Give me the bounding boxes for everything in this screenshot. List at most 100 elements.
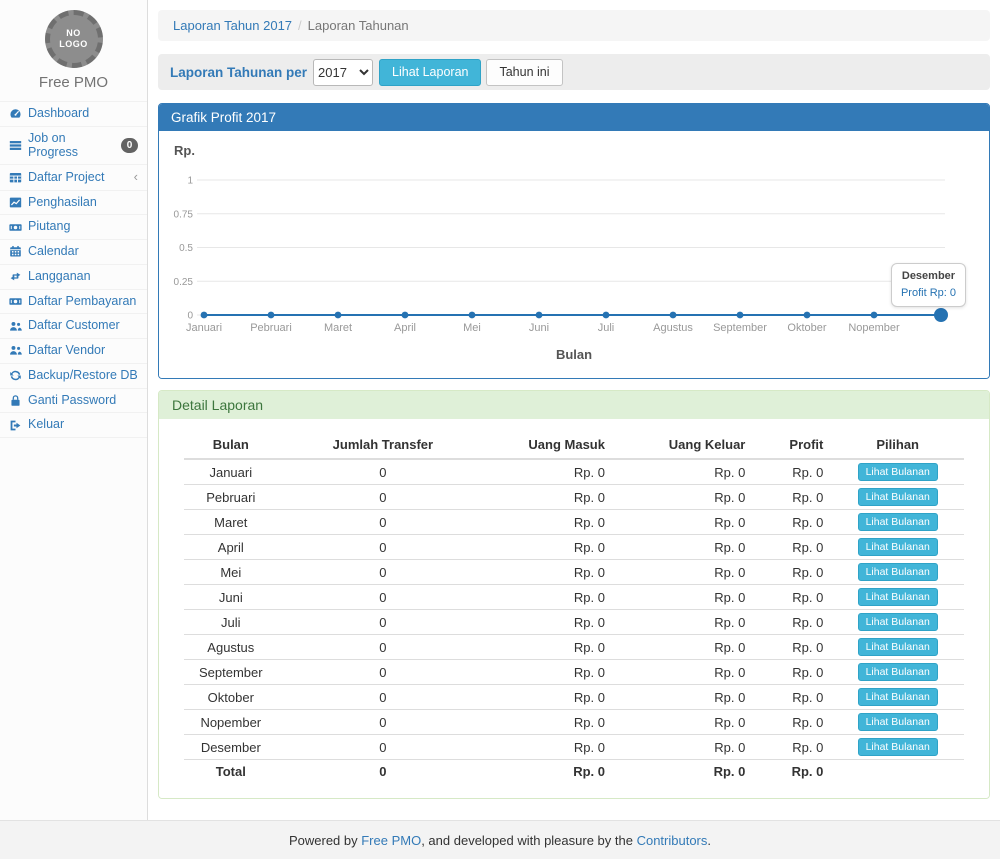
cell-bulan: Mei — [184, 560, 278, 585]
money-icon — [9, 221, 22, 234]
lihat-bulanan-button[interactable]: Lihat Bulanan — [858, 563, 938, 581]
table-row: Desember0Rp. 0Rp. 0Rp. 0Lihat Bulanan — [184, 735, 964, 760]
cell-uang-masuk: Rp. 0 — [488, 710, 613, 735]
cell-jumlah-transfer: 0 — [278, 610, 489, 635]
sidebar-item-keluar[interactable]: Keluar — [0, 412, 147, 437]
cell-uang-masuk: Rp. 0 — [488, 510, 613, 535]
svg-text:Juli: Juli — [598, 322, 615, 334]
cell-uang-keluar: Rp. 0 — [613, 485, 753, 510]
cell-bulan: April — [184, 535, 278, 560]
refresh-icon — [9, 369, 22, 382]
sidebar-item-ganti-password[interactable]: Ganti Password — [0, 388, 147, 413]
toolbar-label: Laporan Tahunan per — [170, 65, 307, 80]
sidebar-item-label: Daftar Vendor — [28, 344, 105, 358]
breadcrumb-link[interactable]: Laporan Tahun 2017 — [173, 18, 292, 33]
contributors-link[interactable]: Contributors — [637, 833, 708, 848]
app-logo: NO LOGO — [45, 10, 103, 68]
logo-text-line1: NO — [66, 28, 81, 39]
sidebar-item-label: Job on Progress — [28, 132, 115, 160]
cell-bulan: Agustus — [184, 635, 278, 660]
svg-text:Pebruari: Pebruari — [250, 322, 292, 334]
cell-jumlah-transfer: 0 — [278, 585, 489, 610]
lihat-laporan-button[interactable]: Lihat Laporan — [379, 59, 481, 86]
tahun-ini-button[interactable]: Tahun ini — [486, 59, 562, 86]
sidebar-item-backup-restore-db[interactable]: Backup/Restore DB — [0, 363, 147, 388]
sidebar-item-daftar-customer[interactable]: Daftar Customer — [0, 313, 147, 338]
logo-text-line2: LOGO — [59, 39, 88, 50]
sidebar-item-label: Keluar — [28, 418, 64, 432]
lihat-bulanan-button[interactable]: Lihat Bulanan — [858, 463, 938, 481]
free-pmo-link[interactable]: Free PMO — [361, 833, 421, 848]
job-count-badge: 0 — [121, 138, 138, 153]
table-icon — [9, 171, 22, 184]
sidebar-item-calendar[interactable]: Calendar — [0, 239, 147, 264]
cell-profit: Rp. 0 — [753, 510, 831, 535]
sidebar-item-label: Penghasilan — [28, 196, 97, 210]
sidebar-item-job-on-progress[interactable]: Job on Progress 0 — [0, 126, 147, 165]
report-toolbar: Laporan Tahunan per 2017 Lihat Laporan T… — [158, 54, 990, 90]
chart-body: Rp. 00.250.50.751JanuariPebruariMaretApr… — [159, 131, 989, 378]
lihat-bulanan-button[interactable]: Lihat Bulanan — [858, 513, 938, 531]
footer-text: , and developed with pleasure by the — [421, 833, 636, 848]
lihat-bulanan-button[interactable]: Lihat Bulanan — [858, 638, 938, 656]
sidebar-item-daftar-project[interactable]: Daftar Project ‹ — [0, 164, 147, 189]
cell-profit: Rp. 0 — [753, 485, 831, 510]
table-row: Pebruari0Rp. 0Rp. 0Rp. 0Lihat Bulanan — [184, 485, 964, 510]
table-row: September0Rp. 0Rp. 0Rp. 0Lihat Bulanan — [184, 660, 964, 685]
chart-canvas[interactable]: 00.250.50.751JanuariPebruariMaretAprilMe… — [169, 162, 977, 338]
lihat-bulanan-button[interactable]: Lihat Bulanan — [858, 663, 938, 681]
sidebar-item-daftar-pembayaran[interactable]: Daftar Pembayaran — [0, 289, 147, 314]
table-row: Maret0Rp. 0Rp. 0Rp. 0Lihat Bulanan — [184, 510, 964, 535]
cell-uang-masuk: Rp. 0 — [488, 560, 613, 585]
cell-uang-keluar: Rp. 0 — [613, 710, 753, 735]
svg-text:Mei: Mei — [463, 322, 481, 334]
sidebar-item-langganan[interactable]: Langganan — [0, 264, 147, 289]
sidebar-item-piutang[interactable]: Piutang — [0, 214, 147, 239]
cell-uang-keluar: Rp. 0 — [613, 585, 753, 610]
total-cell-uang-masuk: Rp. 0 — [488, 760, 613, 784]
sidebar: NO LOGO Free PMO Dashboard Job on Progre… — [0, 0, 148, 820]
svg-text:Agustus: Agustus — [653, 322, 693, 334]
cell-jumlah-transfer: 0 — [278, 459, 489, 485]
svg-text:September: September — [713, 322, 767, 334]
year-select[interactable]: 2017 — [313, 59, 373, 86]
cell-jumlah-transfer: 0 — [278, 710, 489, 735]
detail-report-panel: Detail Laporan BulanJumlah TransferUang … — [158, 390, 990, 799]
cell-uang-masuk: Rp. 0 — [488, 459, 613, 485]
lihat-bulanan-button[interactable]: Lihat Bulanan — [858, 688, 938, 706]
money-icon — [9, 295, 22, 308]
svg-text:0.5: 0.5 — [179, 243, 193, 254]
chevron-left-icon: ‹ — [134, 170, 138, 184]
sidebar-item-label: Dashboard — [28, 107, 89, 121]
sidebar-item-penghasilan[interactable]: Penghasilan — [0, 190, 147, 215]
profit-chart-panel: Grafik Profit 2017 Rp. 00.250.50.751Janu… — [158, 103, 990, 379]
breadcrumb-separator: / — [298, 18, 302, 33]
sidebar-item-daftar-vendor[interactable]: Daftar Vendor — [0, 338, 147, 363]
column-header-profit: Profit — [753, 431, 831, 459]
chart-y-axis-label: Rp. — [174, 143, 979, 158]
chart-x-axis-label: Bulan — [169, 347, 979, 362]
sidebar-item-label: Langganan — [28, 270, 91, 284]
lihat-bulanan-button[interactable]: Lihat Bulanan — [858, 488, 938, 506]
lihat-bulanan-button[interactable]: Lihat Bulanan — [858, 538, 938, 556]
sidebar-item-label: Piutang — [28, 220, 70, 234]
table-row: Agustus0Rp. 0Rp. 0Rp. 0Lihat Bulanan — [184, 635, 964, 660]
cell-uang-masuk: Rp. 0 — [488, 585, 613, 610]
lihat-bulanan-button[interactable]: Lihat Bulanan — [858, 613, 938, 631]
lihat-bulanan-button[interactable]: Lihat Bulanan — [858, 588, 938, 606]
cell-profit: Rp. 0 — [753, 635, 831, 660]
lihat-bulanan-button[interactable]: Lihat Bulanan — [858, 738, 938, 756]
cell-bulan: Desember — [184, 735, 278, 760]
cell-bulan: Nopember — [184, 710, 278, 735]
cell-pilihan: Lihat Bulanan — [831, 610, 964, 635]
sidebar-item-label: Daftar Customer — [28, 319, 120, 333]
table-header-row: BulanJumlah TransferUang MasukUang Kelua… — [184, 431, 964, 459]
cell-jumlah-transfer: 0 — [278, 560, 489, 585]
lihat-bulanan-button[interactable]: Lihat Bulanan — [858, 713, 938, 731]
dashboard-icon — [9, 107, 22, 120]
cell-pilihan: Lihat Bulanan — [831, 510, 964, 535]
sidebar-item-label: Daftar Pembayaran — [28, 295, 136, 309]
sidebar-item-dashboard[interactable]: Dashboard — [0, 101, 147, 126]
total-cell-uang-keluar: Rp. 0 — [613, 760, 753, 784]
cell-bulan: Oktober — [184, 685, 278, 710]
